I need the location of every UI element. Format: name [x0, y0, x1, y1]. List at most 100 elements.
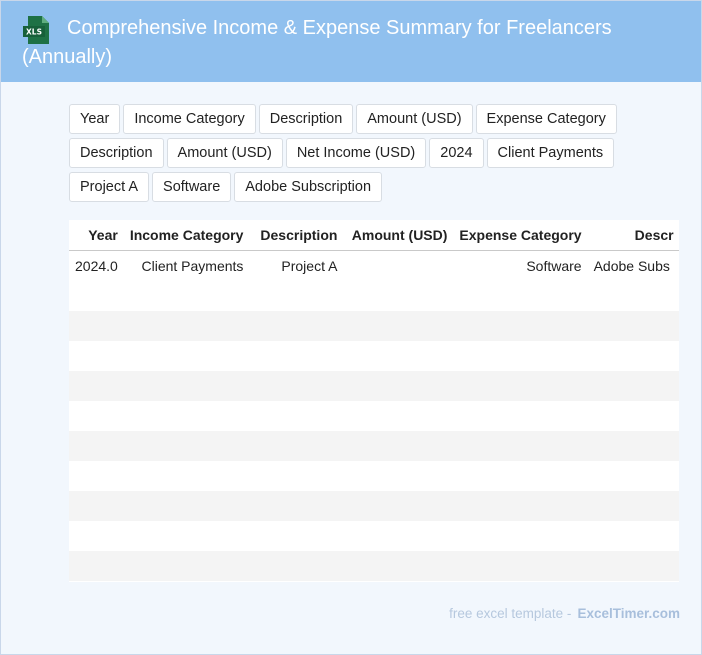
footer-credit: free excel template - ExcelTimer.com — [449, 606, 680, 621]
column-header[interactable]: Income Category — [123, 220, 250, 251]
footer-brand-link[interactable]: ExcelTimer.com — [577, 606, 680, 621]
table-cell[interactable] — [453, 521, 588, 551]
table-cell[interactable] — [453, 491, 588, 521]
table-cell[interactable] — [343, 311, 454, 341]
table-cell[interactable] — [123, 341, 250, 371]
table-cell[interactable] — [123, 281, 250, 311]
table-cell[interactable]: Client Payments — [123, 250, 250, 281]
table-cell[interactable] — [453, 401, 588, 431]
table-cell[interactable] — [343, 461, 454, 491]
table-cell[interactable] — [249, 341, 344, 371]
chip[interactable]: Client Payments — [486, 138, 615, 168]
table-cell[interactable] — [69, 401, 124, 431]
data-table: Year Income Category Description Amount (US… — [69, 220, 679, 581]
table-cell[interactable] — [453, 551, 588, 581]
table-cell[interactable] — [69, 461, 124, 491]
chip[interactable]: Income Category — [123, 104, 256, 134]
table-cell[interactable] — [343, 551, 454, 581]
table-cell[interactable] — [587, 461, 679, 491]
table-cell[interactable] — [69, 341, 124, 371]
table-cell[interactable] — [453, 461, 588, 491]
chip[interactable]: Year — [69, 104, 121, 134]
table-cell[interactable] — [343, 250, 454, 281]
column-header[interactable]: Year — [69, 220, 124, 251]
chip[interactable]: 2024 — [429, 138, 484, 168]
table-cell[interactable] — [123, 521, 250, 551]
table-cell[interactable] — [453, 371, 588, 401]
table-cell[interactable] — [587, 341, 679, 371]
table-cell[interactable] — [587, 401, 679, 431]
page-title: Comprehensive Income & Expense Summary f… — [22, 17, 612, 68]
table-row: 1 — [69, 281, 679, 311]
table-cell[interactable] — [69, 431, 124, 461]
table-cell[interactable] — [453, 281, 588, 311]
table-cell[interactable] — [249, 521, 344, 551]
header-bar: XLS Comprehensive Income & Expense Summa… — [1, 1, 701, 82]
table-cell[interactable] — [453, 311, 588, 341]
table-cell[interactable] — [123, 401, 250, 431]
chip[interactable]: Expense Category — [475, 104, 617, 134]
chip[interactable]: Adobe Subscription — [234, 172, 383, 202]
table-row: 02024.0Client PaymentsProject ASoftwareA… — [69, 250, 679, 281]
table-cell[interactable] — [587, 551, 679, 581]
table-row: 9 — [69, 521, 679, 551]
table-cell[interactable] — [453, 431, 588, 461]
table-cell[interactable] — [343, 341, 454, 371]
table-cell[interactable] — [343, 521, 454, 551]
table-cell[interactable] — [343, 371, 454, 401]
table-cell[interactable] — [123, 551, 250, 581]
table-cell[interactable] — [249, 431, 344, 461]
chip[interactable]: Description — [69, 138, 164, 168]
table-cell[interactable] — [69, 491, 124, 521]
page-frame: XLS Comprehensive Income & Expense Summa… — [0, 0, 702, 655]
table-cell[interactable] — [249, 281, 344, 311]
column-header[interactable]: Amount (USD) — [343, 220, 454, 251]
table-cell[interactable] — [343, 491, 454, 521]
table-cell[interactable] — [249, 461, 344, 491]
table-cell[interactable] — [249, 311, 344, 341]
chip[interactable]: Amount (USD) — [356, 104, 473, 134]
chip[interactable]: Project A — [69, 172, 150, 202]
table-cell[interactable] — [587, 431, 679, 461]
table-cell[interactable] — [123, 491, 250, 521]
table-cell[interactable] — [343, 401, 454, 431]
table-cell[interactable] — [69, 311, 124, 341]
data-table-container[interactable]: Year Income Category Description Amount (US… — [69, 220, 679, 582]
table-cell[interactable] — [69, 551, 124, 581]
table-cell[interactable] — [343, 431, 454, 461]
table-cell[interactable] — [69, 371, 124, 401]
chip-list: Year Income Category Description Amount (US… — [69, 104, 629, 202]
table-cell[interactable] — [69, 281, 124, 311]
chip[interactable]: Net Income (USD) — [285, 138, 427, 168]
table-cell[interactable] — [453, 341, 588, 371]
table-cell[interactable] — [123, 371, 250, 401]
table-cell[interactable] — [249, 491, 344, 521]
table-row: 5 — [69, 401, 679, 431]
table-cell[interactable] — [69, 521, 124, 551]
table-row: 6 — [69, 431, 679, 461]
column-header[interactable]: Descr — [587, 220, 679, 251]
table-cell[interactable]: Adobe Subs — [587, 250, 679, 281]
table-cell[interactable]: Project A — [249, 250, 344, 281]
table-cell[interactable] — [587, 281, 679, 311]
table-cell[interactable] — [123, 461, 250, 491]
table-cell[interactable] — [123, 311, 250, 341]
chip[interactable]: Amount (USD) — [166, 138, 283, 168]
table-cell[interactable] — [587, 371, 679, 401]
table-cell[interactable]: 2024.0 — [69, 250, 124, 281]
table-cell[interactable] — [123, 431, 250, 461]
chip[interactable]: Description — [258, 104, 354, 134]
table-row: 4 — [69, 371, 679, 401]
column-header[interactable]: Description — [249, 220, 344, 251]
chip[interactable]: Software — [152, 172, 232, 202]
column-header[interactable]: Expense Category — [453, 220, 588, 251]
table-cell[interactable] — [249, 551, 344, 581]
table-row: 7 — [69, 461, 679, 491]
table-cell[interactable] — [343, 281, 454, 311]
table-cell[interactable] — [587, 521, 679, 551]
table-cell[interactable] — [249, 401, 344, 431]
table-cell[interactable]: Software — [453, 250, 588, 281]
table-cell[interactable] — [587, 491, 679, 521]
table-cell[interactable] — [249, 371, 344, 401]
table-cell[interactable] — [587, 311, 679, 341]
